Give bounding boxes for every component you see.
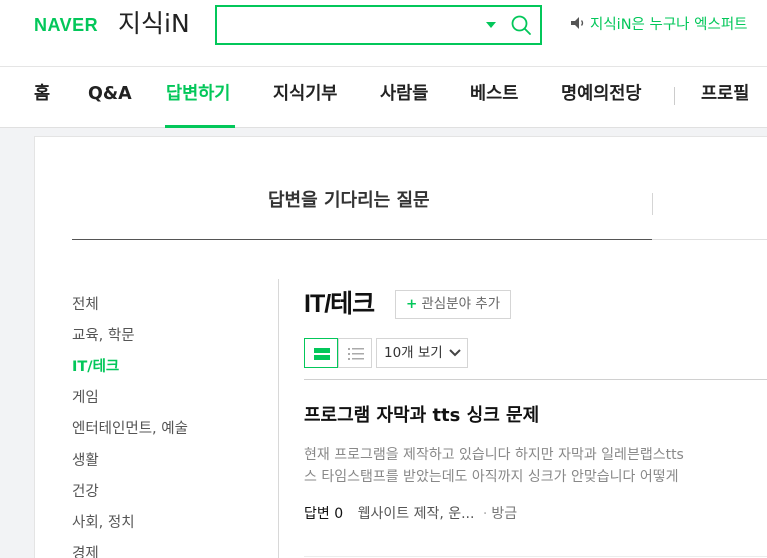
header: NAVER 지식iN 지식iN은 누구나 엑스퍼트 [0, 0, 767, 66]
tab-divider [652, 193, 653, 215]
nav-active-indicator [165, 125, 235, 128]
section-rule-light [652, 239, 767, 240]
question-title[interactable]: 프로그램 자막과 tts 싱크 문제 [304, 403, 539, 429]
category-health[interactable]: 건강 [72, 482, 99, 502]
category-life[interactable]: 생활 [72, 451, 99, 471]
notice-banner[interactable]: 지식iN은 누구나 엑스퍼트 [570, 14, 748, 36]
content-card: 답변을 기다리는 질문 전체 교육, 학문 IT/테크 게임 엔터테인먼트, 예… [34, 136, 767, 558]
category-entertainment[interactable]: 엔터테인먼트, 예술 [72, 419, 188, 439]
question-time: 방금 [491, 506, 518, 522]
nav-item-best[interactable]: 베스트 [470, 81, 518, 107]
nav-item-qna[interactable]: Q&A [88, 81, 132, 107]
nav-item-answer[interactable]: 답변하기 [166, 81, 230, 107]
card-view-icon [314, 348, 330, 360]
list-view-button[interactable] [338, 338, 372, 368]
question-meta: 답변 0 웹사이트 제작, 운... · 방금 [304, 504, 517, 524]
meta-separator: · [482, 506, 488, 522]
section-rule [72, 239, 652, 240]
speaker-icon [571, 17, 584, 29]
add-interest-button[interactable]: + 관심분야 추가 [395, 290, 512, 319]
category-divider [278, 279, 279, 558]
question-category[interactable]: 웹사이트 제작, 운... [358, 506, 475, 522]
nav-item-profile[interactable]: 프로필 [701, 81, 749, 107]
answer-count-label: 답변 [304, 506, 330, 522]
search-input[interactable] [225, 13, 475, 37]
category-it-tech[interactable]: IT/테크 [72, 357, 119, 377]
category-title: IT/테크 [304, 290, 375, 318]
nav-item-people[interactable]: 사람들 [380, 81, 428, 107]
nav-item-home[interactable]: 홈 [34, 81, 50, 107]
notice-text: 지식iN은 누구나 엑스퍼트 [590, 17, 748, 33]
card-view-button[interactable] [304, 338, 338, 368]
per-page-label: 10개 보기 [384, 345, 443, 361]
list-view-icon [348, 348, 364, 360]
category-game[interactable]: 게임 [72, 388, 99, 408]
plus-icon: + [406, 296, 418, 312]
jisikin-logo[interactable]: 지식iN [118, 8, 190, 40]
search-icon [511, 15, 531, 35]
chevron-down-icon [449, 349, 461, 357]
question-preview[interactable]: 현재 프로그램을 제작하고 있습니다 하지만 자막과 일레븐랩스tts 스 타임… [304, 444, 767, 486]
nav-item-donate[interactable]: 지식기부 [273, 81, 337, 107]
nav-divider [674, 87, 675, 105]
category-education[interactable]: 교육, 학문 [72, 326, 135, 346]
list-top-rule [304, 379, 767, 380]
per-page-select[interactable]: 10개 보기 [376, 338, 468, 368]
nav-item-hall-of-fame[interactable]: 명예의전당 [561, 81, 642, 107]
question-preview-line: 스 타임스탬프를 받았는데도 아직까지 싱크가 안맞습니다 어떻게 [304, 469, 679, 485]
add-interest-label: 관심분야 추가 [421, 296, 501, 312]
search-box [215, 5, 542, 45]
search-button[interactable] [509, 13, 533, 37]
question-preview-line: 현재 프로그램을 제작하고 있습니다 하지만 자막과 일레븐랩스tts [304, 447, 684, 463]
main-nav: 홈 Q&A 답변하기 지식기부 사람들 베스트 명예의전당 프로필 [0, 66, 767, 128]
section-title[interactable]: 답변을 기다리는 질문 [268, 188, 430, 214]
list-item-rule [304, 556, 767, 557]
category-society[interactable]: 사회, 정치 [72, 513, 135, 533]
category-all[interactable]: 전체 [72, 295, 99, 315]
category-economy[interactable]: 경제 [72, 544, 99, 558]
answer-count: 0 [334, 506, 344, 522]
search-option-dropdown[interactable] [483, 17, 499, 33]
naver-logo[interactable]: NAVER [34, 14, 98, 36]
